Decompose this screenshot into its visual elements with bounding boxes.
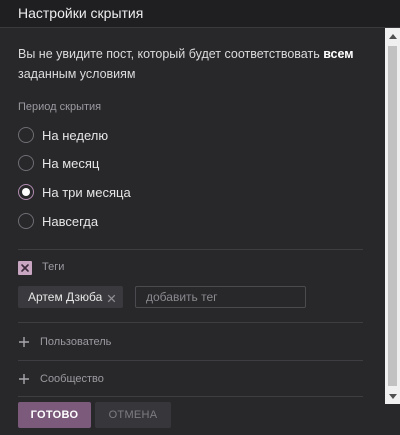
intro-emphasis: всем: [323, 47, 354, 61]
period-label: Период скрытия: [18, 101, 102, 113]
expand-user[interactable]: Пользователь: [18, 332, 111, 352]
done-button[interactable]: ГОТОВО: [18, 402, 91, 428]
user-filter-label: Пользователь: [40, 336, 112, 348]
community-filter-label: Сообщество: [40, 373, 104, 385]
scrollbar-thumb[interactable]: [388, 46, 397, 386]
plus-icon: [19, 374, 29, 384]
tag-chip-label: Артем Дзюба: [28, 290, 103, 304]
cross-icon: [21, 264, 29, 272]
tag-chip: Артем Дзюба: [18, 286, 123, 308]
radio-forever[interactable]: Навсегда: [18, 211, 98, 231]
close-icon[interactable]: [106, 291, 117, 309]
vertical-scrollbar[interactable]: [385, 28, 400, 435]
radio-week[interactable]: На неделю: [18, 125, 108, 145]
radio-three-months[interactable]: На три месяца: [18, 182, 131, 202]
chevron-down-icon[interactable]: [385, 388, 400, 404]
divider: [18, 322, 363, 323]
add-tag-input[interactable]: [135, 286, 306, 308]
plus-icon: [19, 337, 29, 347]
intro-text: Вы не увидите пост, который будет соотве…: [18, 47, 354, 81]
expand-community[interactable]: Сообщество: [18, 369, 104, 389]
radio-dot: [22, 188, 30, 196]
radio-month[interactable]: На месяц: [18, 153, 99, 173]
radio-label: На месяц: [42, 155, 100, 171]
radio-label: На неделю: [42, 127, 109, 143]
scrollbar-gutter: [385, 404, 400, 435]
cancel-button[interactable]: ОТМЕНА: [95, 402, 171, 428]
radio-button[interactable]: [18, 127, 34, 143]
tags-label: Теги: [42, 261, 65, 273]
radio-label: Навсегда: [42, 213, 99, 229]
dialog-title: Настройки скрытия: [18, 5, 144, 21]
radio-label: На три месяца: [42, 184, 131, 200]
tags-checkbox[interactable]: [18, 261, 32, 275]
radio-button-selected[interactable]: [18, 184, 34, 200]
divider: [18, 360, 363, 361]
radio-button[interactable]: [18, 155, 34, 171]
divider: [18, 396, 363, 397]
dialog-content: Вы не увидите пост, который будет соотве…: [0, 28, 385, 435]
radio-button[interactable]: [18, 213, 34, 229]
divider: [18, 249, 363, 250]
chevron-up-icon[interactable]: [385, 28, 400, 44]
dialog-titlebar: Настройки скрытия: [0, 0, 400, 28]
